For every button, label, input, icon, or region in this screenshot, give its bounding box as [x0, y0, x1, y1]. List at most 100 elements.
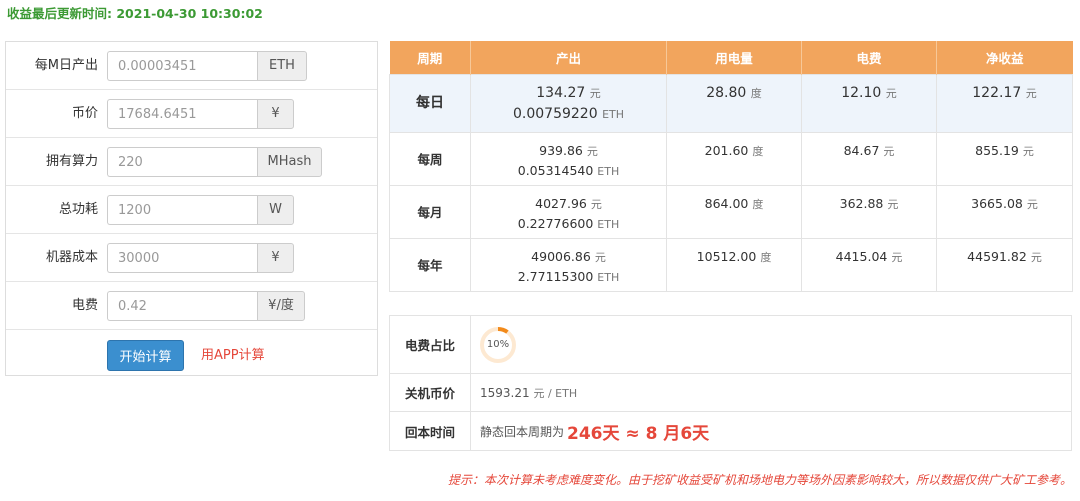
- last-update-time: 收益最后更新时间: 2021-04-30 10:30:02: [7, 6, 263, 21]
- electricity-label: 电费: [71, 298, 98, 313]
- output-cny: 939.86: [539, 143, 583, 158]
- yuan-unit: 元: [589, 87, 601, 100]
- electricity-input[interactable]: [107, 291, 257, 321]
- electricity-unit: ¥/度: [257, 291, 305, 321]
- power-label: 总功耗: [58, 202, 98, 217]
- yuan-unit: 元: [891, 251, 903, 264]
- hashrate-unit: MHash: [257, 147, 322, 177]
- electricity-ratio-label: 电费占比: [390, 316, 471, 373]
- electricity-ratio-value: 10%: [486, 338, 510, 350]
- power-value: 864.00: [704, 196, 749, 211]
- coin-price-label: 币价: [71, 106, 98, 121]
- table-row: 每周 939.86 元 0.05314540 ETH 201.60 度 84.6…: [389, 132, 1073, 186]
- yuan-unit: 元: [590, 198, 602, 211]
- fee-cell: 12.10 元: [801, 74, 937, 133]
- summary-row-shutdown-price: 关机币价 1593.21 元 / ETH: [390, 374, 1071, 412]
- power-cell: 864.00 度: [666, 185, 802, 239]
- net-cell: 855.19 元: [936, 132, 1073, 186]
- net-cell: 3665.08 元: [936, 185, 1073, 239]
- form-row-electricity: 电费 ¥/度: [6, 282, 377, 330]
- machine-cost-input[interactable]: [107, 243, 257, 273]
- output-cell: 939.86 元 0.05314540 ETH: [470, 132, 667, 186]
- yuan-unit: 元: [1030, 251, 1042, 264]
- payback-period: 246天 ≈ 8 月6天: [567, 423, 710, 444]
- hashrate-label: 拥有算力: [45, 154, 98, 169]
- calculate-with-app-link[interactable]: 用APP计算: [201, 330, 265, 381]
- eth-unit: ETH: [597, 271, 620, 284]
- form-row-daily-output: 每M日产出 ETH: [6, 42, 377, 90]
- form-row-machine-cost: 机器成本 ¥: [6, 234, 377, 282]
- yuan-unit: 元: [1026, 198, 1038, 211]
- shutdown-price-label: 关机币价: [390, 374, 471, 411]
- yuan-unit: 元: [883, 145, 895, 158]
- mining-calculator-form: 每M日产出 ETH 币价 ¥ 拥有算力 MHash 总功耗 W 机器成本 ¥ 电…: [5, 41, 378, 376]
- start-calculation-button[interactable]: 开始计算: [107, 340, 184, 371]
- electricity-ratio-value-wrap: 10%: [480, 316, 517, 373]
- coin-price-input[interactable]: [107, 99, 257, 129]
- power-cell: 28.80 度: [666, 74, 802, 133]
- period-cell: 每月: [389, 185, 471, 239]
- period-cell: 每周: [389, 132, 471, 186]
- power-value: 10512.00: [696, 249, 757, 264]
- table-row: 每年 49006.86 元 2.77115300 ETH 10512.00 度 …: [389, 238, 1073, 292]
- summary-row-electricity-ratio: 电费占比 10%: [390, 316, 1071, 374]
- net-value: 122.17: [972, 85, 1022, 101]
- net-value: 855.19: [975, 143, 1019, 158]
- coin-price-unit: ¥: [257, 99, 294, 129]
- eth-unit: ETH: [597, 218, 620, 231]
- output-eth: 0.22776600: [517, 216, 594, 231]
- power-value: 201.60: [704, 143, 749, 158]
- output-cny: 134.27: [536, 85, 586, 101]
- shutdown-price-value: 1593.21: [480, 385, 530, 400]
- daily-output-input[interactable]: [107, 51, 257, 81]
- form-row-coin-price: 币价 ¥: [6, 90, 377, 138]
- electricity-ratio-ring: 10%: [479, 326, 517, 364]
- output-eth: 0.05314540: [517, 163, 594, 178]
- fee-value: 4415.04: [835, 249, 888, 264]
- table-row: 每月 4027.96 元 0.22776600 ETH 864.00 度 362…: [389, 185, 1073, 239]
- yuan-unit: 元: [887, 198, 899, 211]
- fee-value: 362.88: [839, 196, 884, 211]
- form-row-hashrate: 拥有算力 MHash: [6, 138, 377, 186]
- output-eth: 2.77115300: [517, 269, 594, 284]
- shutdown-price-wrap: 1593.21 元 / ETH: [480, 374, 577, 411]
- machine-cost-label: 机器成本: [45, 250, 98, 265]
- earnings-table: 周期 产出 用电量 电费 净收益 每日 134.27 元 0.00759220 …: [389, 41, 1073, 292]
- eth-unit: ETH: [602, 108, 625, 121]
- output-cell: 134.27 元 0.00759220 ETH: [470, 74, 667, 133]
- power-cell: 201.60 度: [666, 132, 802, 186]
- net-value: 44591.82: [967, 249, 1027, 264]
- period-cell: 每年: [389, 238, 471, 292]
- output-eth: 0.00759220: [512, 106, 598, 122]
- daily-output-label: 每M日产出: [34, 58, 98, 73]
- header-power-usage: 用电量: [666, 41, 802, 75]
- yuan-unit: 元: [594, 251, 606, 264]
- header-period: 周期: [389, 41, 471, 75]
- table-row: 每日 134.27 元 0.00759220 ETH 28.80 度 12.10…: [389, 74, 1073, 133]
- fee-value: 12.10: [841, 85, 882, 101]
- summary-panel: 电费占比 10% 关机币价 1593.21 元 / ETH 回本时间 静态回本周…: [389, 315, 1072, 451]
- form-row-actions: 开始计算 用APP计算: [6, 330, 377, 380]
- output-cell: 4027.96 元 0.22776600 ETH: [470, 185, 667, 239]
- header-output: 产出: [470, 41, 667, 75]
- power-value: 28.80: [706, 85, 747, 101]
- output-cell: 49006.86 元 2.77115300 ETH: [470, 238, 667, 292]
- payback-label: 回本时间: [390, 412, 471, 450]
- power-cell: 10512.00 度: [666, 238, 802, 292]
- period-cell: 每日: [389, 74, 471, 133]
- daily-output-unit: ETH: [257, 51, 307, 81]
- net-cell: 122.17 元: [936, 74, 1073, 133]
- disclaimer-tip: 提示：本次计算未考虑难度变化。由于挖矿收益受矿机和场地电力等场外因素影响较大，所…: [447, 473, 1072, 487]
- payback-wrap: 静态回本周期为 246天 ≈ 8 月6天: [480, 412, 712, 450]
- fee-value: 84.67: [843, 143, 880, 158]
- power-input[interactable]: [107, 195, 257, 225]
- output-cny: 4027.96: [535, 196, 587, 211]
- output-cny: 49006.86: [531, 249, 591, 264]
- fee-cell: 362.88 元: [801, 185, 937, 239]
- yuan-unit: 元: [1025, 87, 1037, 100]
- yuan-unit: 元: [885, 87, 897, 100]
- hashrate-input[interactable]: [107, 147, 257, 177]
- fee-cell: 4415.04 元: [801, 238, 937, 292]
- summary-row-payback: 回本时间 静态回本周期为 246天 ≈ 8 月6天: [390, 412, 1071, 450]
- du-unit: 度: [752, 198, 764, 211]
